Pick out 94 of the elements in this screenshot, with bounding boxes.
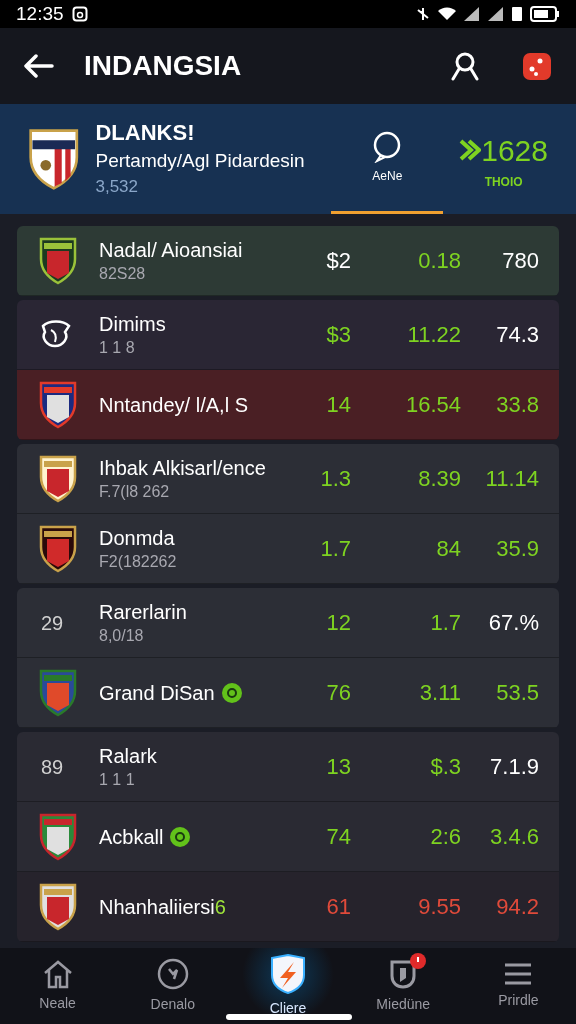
team-name: Nntandey/ l/A,l S [99, 392, 248, 418]
team-name: Dimims [99, 311, 166, 337]
stat-cell-text: 11.22 [406, 321, 461, 349]
stat-cell-text: 1.3 [319, 465, 351, 493]
club-crest-icon [39, 454, 77, 503]
list-row[interactable]: 29 Rarerlarin 8,0/18 12 1.7 67.% [17, 588, 559, 658]
stat-cell-text: 35.9 [495, 535, 539, 563]
stat-cell-text: $.3 [429, 753, 461, 781]
rank-number: 89 [41, 754, 64, 780]
badge-number: 6 [214, 894, 226, 920]
stat-cell-text: 76 [325, 679, 351, 707]
club-title: DLANKS! [95, 119, 196, 147]
stat-cell-text: 53.5 [495, 679, 539, 707]
stat-cell-text: 33.8 [495, 391, 539, 419]
team-name: Rarerlarin [99, 599, 187, 625]
stat-value: 1628 [481, 132, 548, 169]
team-name: Donmda [99, 525, 175, 551]
emblem-icon [39, 319, 73, 350]
team-name: Nadal/ Aioansiai [99, 237, 243, 263]
back-arrow-icon[interactable] [24, 54, 54, 78]
nav-tab[interactable]: Prirdle [460, 948, 576, 1024]
lightning-shield-icon [270, 953, 306, 994]
menu-icon [504, 961, 533, 986]
stat-cell-text: 12 [325, 609, 351, 637]
stat-cell-text: 7.1.9 [489, 753, 539, 781]
list-row[interactable]: Nadal/ Aioansiai 82S28 $2 0.18 780 [17, 226, 559, 296]
club-crest-icon [39, 236, 77, 285]
team-subtitle: 8,0/18 [99, 625, 145, 646]
stat-cell-text: 84 [435, 535, 461, 563]
team-subtitle: F2(182262 [99, 551, 178, 572]
club-crest-icon [39, 882, 77, 931]
team-subtitle: 1 1 8 [99, 337, 136, 358]
double-chevron-icon [459, 138, 482, 162]
chat-icon [372, 130, 403, 163]
stat-cell-text: 9.55 [417, 893, 461, 921]
stat-cell-text: 61 [325, 893, 351, 921]
notification-dot-icon [410, 952, 427, 969]
stat-cell-text: 780 [501, 247, 539, 275]
search-icon[interactable] [450, 51, 480, 81]
stat-cell-text: $3 [325, 321, 351, 349]
stat-cell-text: 16.54 [404, 391, 461, 419]
team-name: Acbkall [99, 824, 164, 850]
stat-cell-text: 74 [325, 823, 351, 851]
stat-cell-text: 11.14 [484, 465, 539, 493]
team-name: Nhanhaliiersi [99, 894, 215, 920]
list-row[interactable]: Nntandey/ l/A,l S 14 16.54 33.8 [17, 370, 559, 440]
club-crest-icon [39, 380, 77, 429]
battery-icon [530, 6, 560, 22]
stat-cell-text: 67.% [487, 609, 539, 637]
club-subtitle: Pertamdy/Agl Pidardesin [95, 149, 306, 173]
stat-cell-text: 74.3 [495, 321, 539, 349]
team-subtitle: F.7(l8 262 [99, 481, 171, 502]
chat-tab[interactable]: AeNe [331, 104, 444, 214]
stat-cell-text: 13 [325, 753, 351, 781]
list-row[interactable]: Ihbak Alkisarl/ence F.7(l8 262 1.3 8.39 11.14 [17, 444, 559, 514]
dice-icon[interactable] [522, 51, 552, 81]
team-subtitle: 82S28 [99, 263, 147, 284]
stat-cell-text: 3.4.6 [489, 823, 539, 851]
club-crest-icon [39, 524, 77, 573]
team-name: Grand DiSan [99, 680, 215, 706]
stat-cell-text: 8.39 [417, 465, 461, 493]
list-row[interactable]: 89 Ralark 1 1 1 13 $.3 7.1.9 [17, 732, 559, 802]
page-title: INDANGSIA [84, 49, 243, 83]
sim-icon [512, 7, 522, 21]
stat-cell-text: 14 [325, 391, 351, 419]
nav-tab[interactable]: Denalo [115, 948, 231, 1024]
nav-tab[interactable]: Miedüne [345, 948, 461, 1024]
rank-number: 29 [41, 610, 64, 636]
stat-cell-text: 2:6 [429, 823, 461, 851]
list-row[interactable]: Nhanhaliiersi6 61 9.55 94.2 [17, 872, 559, 942]
notification-icon [71, 6, 88, 22]
stat-cell-text: 1.7 [319, 535, 351, 563]
stat-cell-text: 3.11 [418, 679, 461, 707]
stat-cell-text: 1.7 [429, 609, 461, 637]
stat-cell-text: 94.2 [495, 893, 539, 921]
list-row[interactable]: Dimims 1 1 8 $3 11.22 74.3 [17, 300, 559, 370]
list-row[interactable]: Grand DiSan 76 3.11 53.5 [17, 658, 559, 728]
club-crest-icon [39, 668, 77, 717]
nav-tab[interactable]: Neale [0, 948, 116, 1024]
team-subtitle: 1 1 1 [99, 769, 136, 790]
stat-cell-text: 0.18 [417, 247, 461, 275]
team-name: Ralark [99, 743, 157, 769]
signal-icon [464, 7, 480, 21]
stat-label: THOIO [484, 173, 523, 191]
wifi-icon [438, 7, 456, 21]
signal-icon [488, 7, 504, 21]
club-crest-icon [39, 812, 77, 861]
team-name: Ihbak Alkisarl/ence [99, 455, 266, 481]
list-row[interactable]: Acbkall 74 2:6 3.4.6 [17, 802, 559, 872]
clock-time: 12:35 [16, 1, 64, 26]
mute-icon [416, 6, 430, 22]
stat-cell-text: $2 [325, 247, 351, 275]
list-row[interactable]: Donmda F2(182262 1.7 84 35.9 [17, 514, 559, 584]
club-count: 3,532 [95, 176, 140, 198]
